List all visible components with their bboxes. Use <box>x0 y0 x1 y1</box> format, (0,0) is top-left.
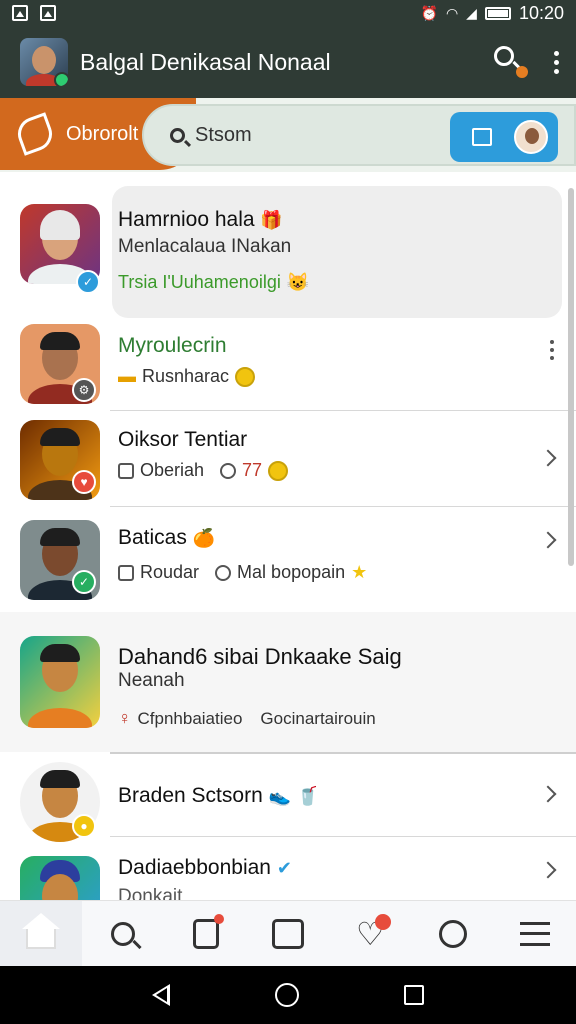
check-badge-icon: ✓ <box>72 570 96 594</box>
check-badge-icon: ✓ <box>76 270 100 294</box>
nav-profile[interactable] <box>411 901 493 966</box>
contact-subtitle: Neanah <box>118 670 185 691</box>
search-icon <box>111 921 136 946</box>
heart-badge-icon: ♥ <box>72 470 96 494</box>
user-icon <box>438 919 467 948</box>
chevron-right-icon[interactable] <box>539 531 557 549</box>
search-input[interactable] <box>195 123 435 147</box>
search-action-button[interactable] <box>450 112 558 162</box>
profile-avatar[interactable] <box>20 38 68 86</box>
wifi-icon: ◠ <box>445 4 459 21</box>
status-bar: ⏰ ◠ ◢ 10:20 <box>0 0 576 26</box>
cat-emoji-icon: 😺 <box>286 272 310 292</box>
bottom-nav: ♡ <box>0 900 576 966</box>
tab-label: Obrorolt <box>66 122 139 145</box>
home-icon <box>22 912 61 949</box>
chevron-right-icon[interactable] <box>539 785 557 803</box>
folder-icon: ▬ <box>118 366 136 386</box>
contact-name: Hamrnioo hala <box>118 208 255 231</box>
contact-meta: Oberiah <box>140 460 205 480</box>
home-button-icon[interactable] <box>274 983 299 1007</box>
person-icon: ♀ <box>118 708 132 728</box>
chevron-right-icon[interactable] <box>539 861 557 879</box>
row-more-icon[interactable] <box>550 340 554 360</box>
system-nav-bar <box>0 966 576 1024</box>
app-title: Balgal Denikasal Nonaal <box>80 48 331 75</box>
list-item[interactable]: ● Braden Sctsorn 👟 🥤 <box>0 754 576 842</box>
list-icon <box>271 918 304 949</box>
contact-name: Oiksor Tentiar <box>118 428 248 451</box>
verified-icon: ✔ <box>276 858 292 878</box>
list-scrollbar[interactable] <box>568 188 574 566</box>
contact-name: Dahand6 sibai Dnkaake Saig <box>118 644 402 669</box>
heart-icon: ♡ <box>356 913 391 950</box>
contact-name: Braden Sctsorn <box>118 784 263 807</box>
drink-icon: 🥤 <box>296 786 320 806</box>
chevron-right-icon[interactable] <box>539 449 557 467</box>
contact-meta: Rusnharac <box>142 366 230 386</box>
contact-count: 77 <box>242 460 263 480</box>
contact-meta-secondary: Gocinartairouin <box>260 708 376 728</box>
contact-name: Dadiaebbonbian <box>118 856 271 879</box>
back-icon[interactable] <box>152 984 171 1006</box>
list-item[interactable]: ⚙ Myroulecrin ▬ Rusnharac <box>0 322 576 412</box>
contact-list: ✓ Hamrnioo hala 🎁 Menlacalaua INakan Trs… <box>0 172 576 900</box>
contact-subtitle: Donkait <box>118 886 183 900</box>
status-time: 10:20 <box>518 2 564 23</box>
mini-avatar <box>514 120 548 154</box>
app-bar: Balgal Denikasal Nonaal <box>0 26 576 98</box>
image-notification-icon <box>40 5 56 21</box>
tab-search-row: Obrorolt <box>0 98 576 172</box>
alarm-icon: ⏰ <box>420 4 438 21</box>
coin-badge-icon: ● <box>72 814 96 838</box>
contact-subtitle: Menlacalaua INakan <box>118 236 292 257</box>
contact-status: Trsia I'Uuhamenoilgi <box>118 272 281 292</box>
contact-name: Baticas <box>118 526 187 549</box>
search-icon <box>170 127 185 143</box>
nav-list[interactable] <box>247 901 329 966</box>
contact-meta-secondary: Mal bopopain <box>237 562 346 582</box>
more-options-icon[interactable] <box>550 50 562 74</box>
fruit-icon: 🍊 <box>192 528 216 548</box>
mail-icon <box>118 564 134 581</box>
menu-icon <box>519 921 550 946</box>
list-item[interactable]: Dadiaebbonbian ✔ Donkait <box>0 840 576 900</box>
avatar <box>20 856 100 900</box>
gift-icon: 🎁 <box>260 210 283 230</box>
nav-favorites[interactable]: ♡ <box>329 901 411 966</box>
nav-search[interactable] <box>82 901 164 966</box>
list-item[interactable]: ♥ Oiksor Tentiar Oberiah 77 <box>0 412 576 508</box>
user-icon <box>220 462 237 479</box>
leaf-icon <box>13 112 57 156</box>
list-item[interactable]: ✓ Hamrnioo hala 🎁 Menlacalaua INakan Trs… <box>0 172 576 322</box>
gallery-notification-icon <box>12 5 28 21</box>
search-icon[interactable] <box>492 44 528 80</box>
star-icon: ★ <box>351 562 368 582</box>
shoe-icon: 👟 <box>268 786 292 806</box>
contact-meta: Cfpnhbaiatieo <box>137 708 243 728</box>
nav-menu[interactable] <box>494 901 576 966</box>
image-icon <box>118 462 134 479</box>
contact-meta: Roudar <box>140 562 200 582</box>
search-bar[interactable] <box>142 104 576 166</box>
clipboard-icon <box>192 913 224 949</box>
avatar <box>20 636 100 728</box>
coin-icon <box>235 366 256 387</box>
battery-icon <box>484 6 511 20</box>
list-item[interactable]: Dahand6 sibai Dnkaake Saig Neanah ♀ Cfpn… <box>0 612 576 754</box>
nav-clipboard[interactable] <box>165 901 247 966</box>
coin-icon <box>268 460 289 481</box>
circle-icon <box>215 564 232 581</box>
signal-icon: ◢ <box>466 4 477 21</box>
contact-name: Myroulecrin <box>118 334 227 357</box>
gear-badge-icon: ⚙ <box>72 378 96 402</box>
list-item[interactable]: ✓ Baticas 🍊 Roudar Mal bopopain ★ <box>0 508 576 604</box>
recents-icon[interactable] <box>403 985 424 1005</box>
gallery-icon <box>472 128 492 146</box>
nav-home[interactable] <box>0 901 83 966</box>
